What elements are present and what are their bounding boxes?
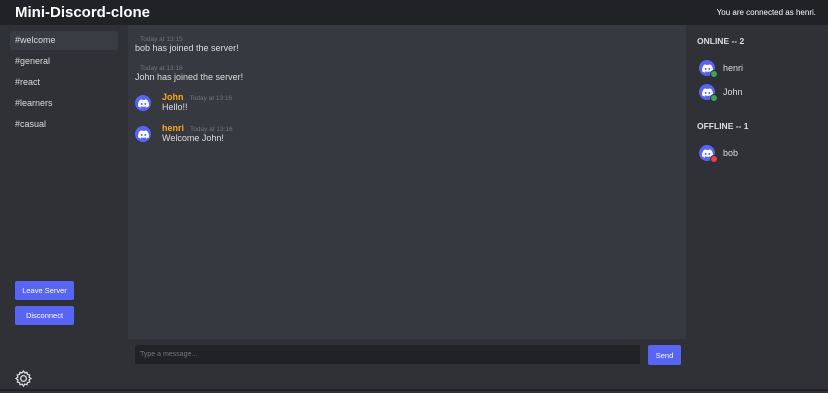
member-name: John bbox=[723, 87, 743, 97]
message-author[interactable]: henri bbox=[162, 123, 184, 133]
member-item-bob[interactable]: bob bbox=[699, 145, 739, 163]
avatar[interactable] bbox=[135, 95, 151, 111]
member-item-john[interactable]: John bbox=[699, 84, 743, 102]
discord-logo-icon bbox=[137, 98, 149, 108]
avatar bbox=[699, 60, 718, 78]
top-bar: Mini-Discord-clone You are connected as … bbox=[0, 0, 828, 25]
discord-logo-icon bbox=[137, 129, 149, 139]
message-timestamp: Today at 13:16 bbox=[140, 65, 183, 72]
message-timestamp: Today at 13:16 bbox=[190, 126, 233, 133]
message-timestamp: Today at 13:16 bbox=[189, 95, 233, 102]
avatar bbox=[699, 145, 718, 163]
online-section-title: ONLINE -- 2 bbox=[697, 36, 745, 46]
member-name: henri bbox=[723, 63, 744, 73]
channel-item-welcome[interactable]: #welcome bbox=[10, 31, 118, 50]
message-text: bob has joined the server! bbox=[135, 43, 239, 53]
member-name: bob bbox=[723, 148, 739, 158]
message-text: Hello!! bbox=[162, 102, 188, 112]
channel-sidebar: #welcome #general #react #learners #casu… bbox=[0, 25, 127, 389]
member-list: ONLINE -- 2 henri John OFFLINE -- 1 bob bbox=[687, 25, 828, 389]
gear-icon[interactable] bbox=[14, 369, 33, 388]
member-item-henri[interactable]: henri bbox=[699, 60, 744, 78]
channel-item-react[interactable]: #react bbox=[10, 73, 118, 92]
online-status-dot bbox=[710, 94, 718, 102]
message-text: Welcome John! bbox=[162, 133, 224, 143]
channel-item-casual[interactable]: #casual bbox=[10, 115, 118, 134]
channel-item-learners[interactable]: #learners bbox=[10, 94, 118, 113]
online-status-dot bbox=[710, 70, 718, 78]
avatar bbox=[699, 84, 718, 102]
offline-status-dot bbox=[710, 155, 718, 163]
connection-status: You are connected as henri. bbox=[716, 8, 816, 17]
message-timestamp: Today at 13:15 bbox=[140, 36, 183, 43]
app-title: Mini-Discord-clone bbox=[15, 4, 151, 21]
message-author[interactable]: John bbox=[162, 92, 184, 102]
leave-server-button[interactable]: Leave Server bbox=[15, 281, 74, 300]
message-input[interactable] bbox=[135, 345, 640, 364]
message-text: John has joined the server! bbox=[135, 72, 244, 82]
system-message: Today at 13:16 John has joined the serve… bbox=[135, 65, 243, 82]
channel-item-general[interactable]: #general bbox=[10, 52, 118, 71]
send-button[interactable]: Send bbox=[648, 345, 681, 365]
avatar[interactable] bbox=[135, 126, 151, 142]
offline-section-title: OFFLINE -- 1 bbox=[697, 121, 749, 131]
disconnect-button[interactable]: Disconnect bbox=[15, 306, 74, 325]
system-message: Today at 13:15 bob has joined the server… bbox=[135, 36, 239, 53]
message-composer: Send bbox=[128, 339, 686, 371]
chat-area: Today at 13:15 bob has joined the server… bbox=[128, 25, 686, 371]
